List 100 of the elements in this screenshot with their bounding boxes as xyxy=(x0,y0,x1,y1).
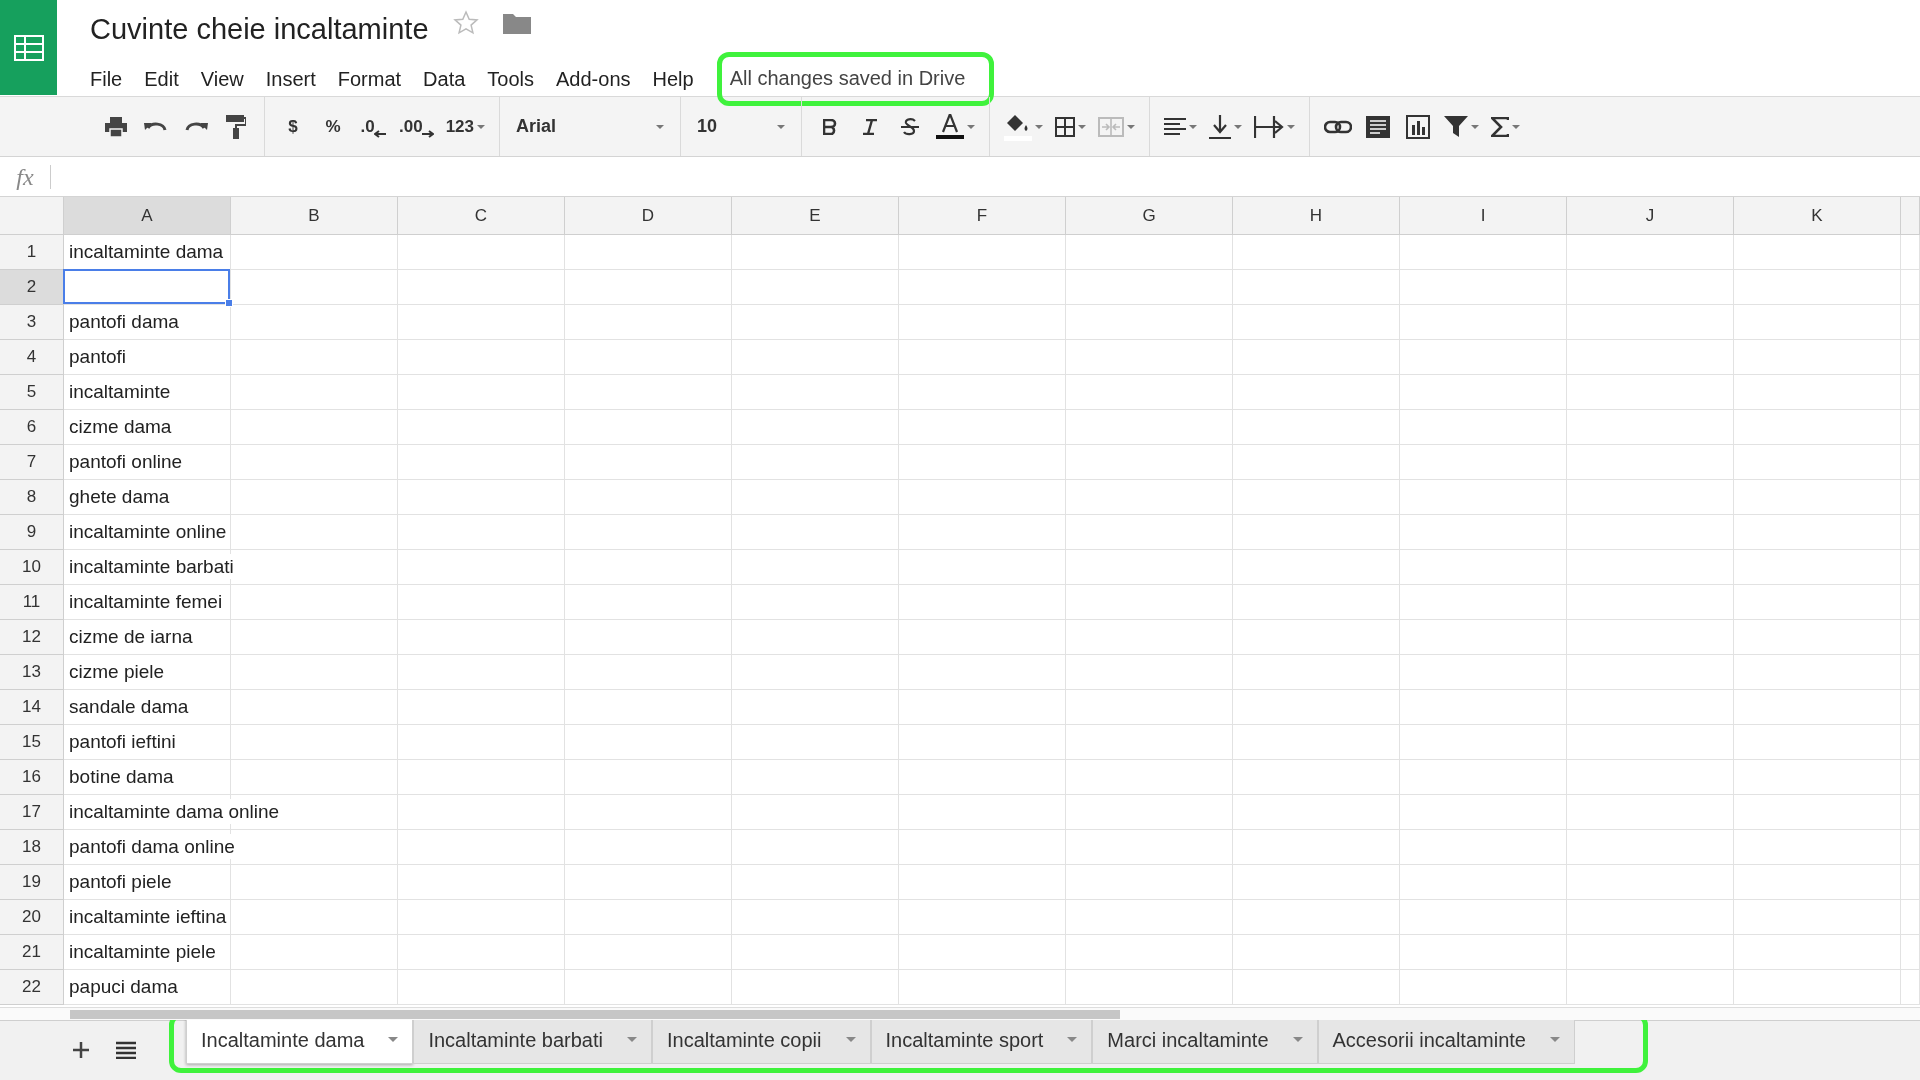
row-header[interactable]: 5 xyxy=(0,375,64,410)
sheet-tab[interactable]: Accesorii incaltaminte xyxy=(1317,1018,1575,1064)
caret-icon[interactable] xyxy=(845,1037,856,1042)
menu-item[interactable]: Insert xyxy=(254,58,327,100)
column-header[interactable]: I xyxy=(1400,197,1567,235)
table-cell xyxy=(1901,970,1920,1005)
column-header[interactable]: E xyxy=(732,197,899,235)
row-header[interactable]: 22 xyxy=(0,970,64,1005)
align-icon xyxy=(1164,117,1186,136)
currency-button[interactable]: $ xyxy=(275,106,311,147)
selected-cell[interactable] xyxy=(63,269,230,304)
row-header[interactable]: 18 xyxy=(0,830,64,865)
document-title[interactable]: Cuvinte cheie incaltaminte xyxy=(90,12,429,46)
percent-button[interactable]: % xyxy=(315,106,351,147)
menu-item[interactable]: File xyxy=(90,58,134,100)
menu-item[interactable]: Data xyxy=(412,58,477,100)
merge-cells-icon xyxy=(1098,116,1124,137)
table-cell xyxy=(1901,445,1920,480)
column-header[interactable]: C xyxy=(398,197,565,235)
row-header[interactable]: 7 xyxy=(0,445,64,480)
column-header[interactable]: A xyxy=(64,197,231,235)
sheet-tab[interactable]: Marci incaltaminte xyxy=(1092,1018,1318,1064)
caret-icon[interactable] xyxy=(1549,1037,1560,1042)
caret-icon[interactable] xyxy=(1067,1037,1078,1042)
row-header[interactable]: 15 xyxy=(0,725,64,760)
caret-icon[interactable] xyxy=(477,124,485,129)
caret-icon[interactable] xyxy=(626,1037,637,1042)
sheet-tab[interactable]: Incaltaminte barbati xyxy=(413,1018,652,1064)
menu-item[interactable]: Help xyxy=(641,58,705,100)
fill-handle[interactable] xyxy=(225,299,233,307)
row-header[interactable]: 11 xyxy=(0,585,64,620)
caret-icon[interactable] xyxy=(1035,124,1043,129)
sheet-tab[interactable]: Incaltaminte sport xyxy=(870,1018,1093,1064)
scrollbar-thumb[interactable] xyxy=(70,1010,1120,1019)
row-header[interactable]: 12 xyxy=(0,620,64,655)
caret-icon[interactable] xyxy=(1287,124,1295,129)
row-header[interactable]: 3 xyxy=(0,305,64,340)
add-sheet-icon[interactable] xyxy=(72,1041,90,1059)
cell-text: incaltaminte dama online xyxy=(69,799,282,824)
row-header[interactable]: 13 xyxy=(0,655,64,690)
table-cell xyxy=(1901,620,1920,655)
caret-icon[interactable] xyxy=(1512,124,1520,129)
sheets-logo-icon[interactable] xyxy=(0,0,57,95)
caret-icon[interactable] xyxy=(777,124,785,129)
decrease-decimal-button[interactable]: .0 xyxy=(355,106,391,147)
table-cell xyxy=(1901,760,1920,795)
sheet-list-icon[interactable] xyxy=(116,1041,136,1059)
caret-icon[interactable] xyxy=(967,124,975,129)
print-icon xyxy=(105,116,127,137)
row-header[interactable]: 17 xyxy=(0,795,64,830)
menu-item[interactable]: Edit xyxy=(133,58,190,100)
save-status: All changes saved in Drive xyxy=(729,67,966,89)
formula-label: fx xyxy=(15,162,35,192)
column-header[interactable]: F xyxy=(899,197,1066,235)
caret-icon[interactable] xyxy=(656,124,664,129)
text-wrap-icon xyxy=(1254,115,1284,138)
sheet-tab[interactable]: Incaltaminte dama xyxy=(186,1018,414,1064)
borders-icon xyxy=(1055,116,1075,137)
table-cell xyxy=(1901,830,1920,865)
row-header[interactable]: 16 xyxy=(0,760,64,795)
row-header[interactable]: 1 xyxy=(0,235,64,270)
table-cell xyxy=(1901,480,1920,515)
font-size-dropdown[interactable]: 10 xyxy=(691,106,791,147)
number-format-button[interactable]: 123 xyxy=(441,106,489,147)
column-header[interactable]: G xyxy=(1066,197,1233,235)
font-dropdown[interactable]: Arial xyxy=(510,106,670,147)
caret-icon[interactable] xyxy=(1471,124,1479,129)
sheet-tab[interactable]: Incaltaminte copii xyxy=(651,1018,871,1064)
row-header[interactable]: 2 xyxy=(0,270,64,305)
caret-icon[interactable] xyxy=(1292,1037,1303,1042)
row-header[interactable]: 20 xyxy=(0,900,64,935)
column-header[interactable]: B xyxy=(231,197,398,235)
row-header[interactable]: 6 xyxy=(0,410,64,445)
caret-icon[interactable] xyxy=(1078,124,1086,129)
column-header[interactable]: J xyxy=(1567,197,1734,235)
table-cell xyxy=(1901,515,1920,550)
row-header[interactable]: 9 xyxy=(0,515,64,550)
row-header[interactable]: 14 xyxy=(0,690,64,725)
caret-icon[interactable] xyxy=(1127,124,1135,129)
corner-cell[interactable] xyxy=(0,197,64,235)
column-header[interactable]: D xyxy=(565,197,732,235)
row-header[interactable]: 21 xyxy=(0,935,64,970)
row-header[interactable]: 10 xyxy=(0,550,64,585)
menu-item[interactable]: Tools xyxy=(476,58,546,100)
menu-item[interactable]: Format xyxy=(326,58,413,100)
caret-icon[interactable] xyxy=(1234,124,1242,129)
column-header[interactable]: H xyxy=(1233,197,1400,235)
caret-icon[interactable] xyxy=(388,1037,399,1042)
row-header[interactable]: 19 xyxy=(0,865,64,900)
star-icon[interactable] xyxy=(452,10,479,36)
row-header[interactable]: 8 xyxy=(0,480,64,515)
column-header[interactable]: K xyxy=(1734,197,1901,235)
cell-text: incaltaminte barbati xyxy=(69,554,236,579)
caret-icon[interactable] xyxy=(1189,124,1197,129)
table-cell xyxy=(1901,935,1920,970)
row-header[interactable]: 4 xyxy=(0,340,64,375)
increase-decimal-button[interactable]: .00 xyxy=(395,106,438,147)
menu-item[interactable]: View xyxy=(189,58,255,100)
folder-icon[interactable] xyxy=(502,12,531,34)
menu-item[interactable]: Add-ons xyxy=(545,58,642,100)
